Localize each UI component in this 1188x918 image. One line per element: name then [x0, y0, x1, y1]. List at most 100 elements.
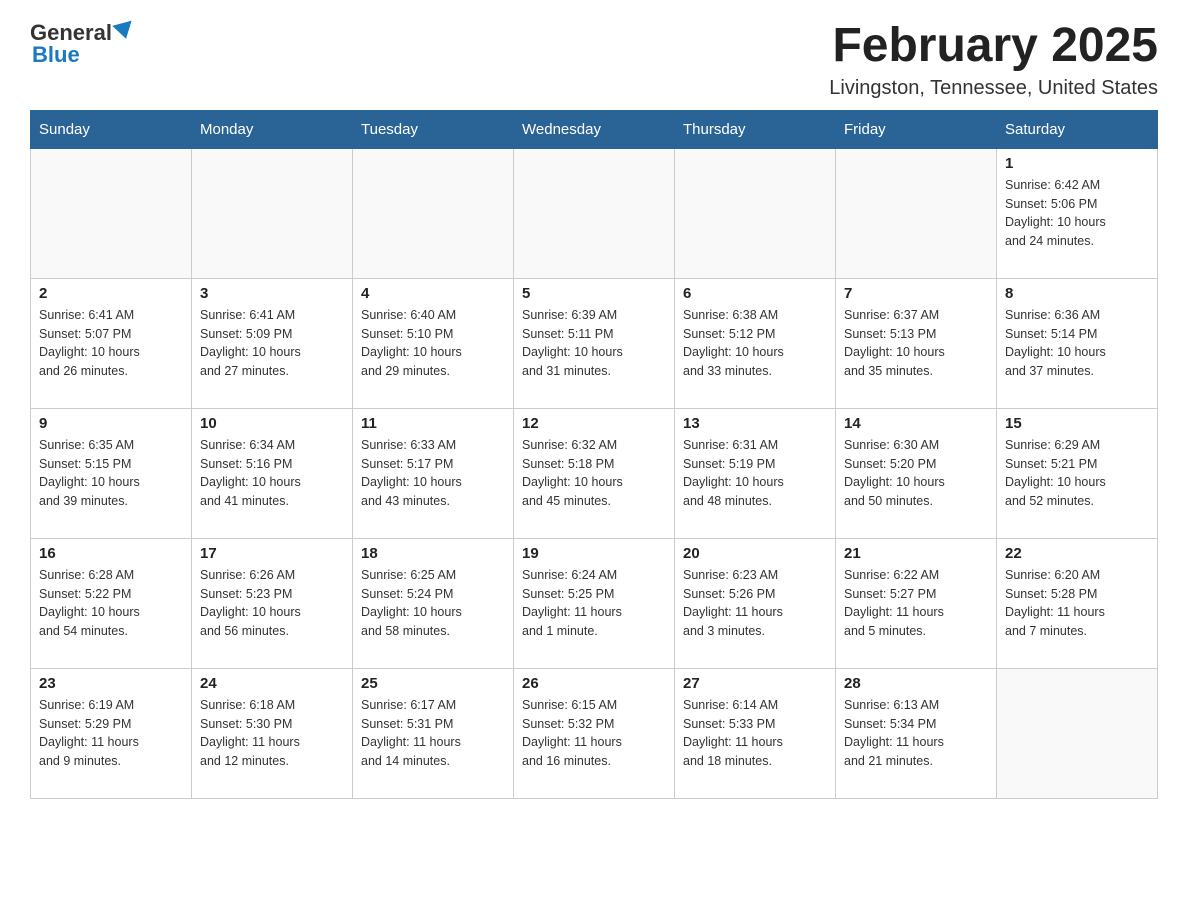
day-info: Sunrise: 6:35 AM Sunset: 5:15 PM Dayligh…: [39, 436, 183, 511]
day-info: Sunrise: 6:33 AM Sunset: 5:17 PM Dayligh…: [361, 436, 505, 511]
day-number: 7: [844, 285, 988, 302]
day-info: Sunrise: 6:29 AM Sunset: 5:21 PM Dayligh…: [1005, 436, 1149, 511]
day-info: Sunrise: 6:15 AM Sunset: 5:32 PM Dayligh…: [522, 696, 666, 771]
day-number: 2: [39, 285, 183, 302]
calendar-week-row: 9 Sunrise: 6:35 AM Sunset: 5:15 PM Daylig…: [31, 408, 1158, 538]
calendar-week-row: 16 Sunrise: 6:28 AM Sunset: 5:22 PM Dayli…: [31, 538, 1158, 668]
day-info: Sunrise: 6:24 AM Sunset: 5:25 PM Dayligh…: [522, 566, 666, 641]
day-number: 25: [361, 675, 505, 692]
day-info: Sunrise: 6:18 AM Sunset: 5:30 PM Dayligh…: [200, 696, 344, 771]
day-number: 8: [1005, 285, 1149, 302]
day-number: 28: [844, 675, 988, 692]
table-row: 16 Sunrise: 6:28 AM Sunset: 5:22 PM Dayli…: [31, 538, 192, 668]
day-number: 13: [683, 415, 827, 432]
table-row: 17 Sunrise: 6:26 AM Sunset: 5:23 PM Dayli…: [192, 538, 353, 668]
table-row: 3 Sunrise: 6:41 AM Sunset: 5:09 PM Daylig…: [192, 278, 353, 408]
day-number: 16: [39, 545, 183, 562]
month-title: February 2025: [829, 20, 1158, 73]
day-number: 11: [361, 415, 505, 432]
table-row: 24Sunrise: 6:18 AM Sunset: 5:30 PM Dayli…: [192, 668, 353, 798]
day-number: 1: [1005, 155, 1149, 172]
table-row: [514, 148, 675, 278]
day-info: Sunrise: 6:26 AM Sunset: 5:23 PM Dayligh…: [200, 566, 344, 641]
day-info: Sunrise: 6:25 AM Sunset: 5:24 PM Dayligh…: [361, 566, 505, 641]
header-sunday: Sunday: [31, 110, 192, 148]
day-info: Sunrise: 6:36 AM Sunset: 5:14 PM Dayligh…: [1005, 306, 1149, 381]
logo: General Blue: [30, 20, 134, 68]
day-number: 5: [522, 285, 666, 302]
table-row: 7Sunrise: 6:37 AM Sunset: 5:13 PM Daylig…: [836, 278, 997, 408]
table-row: 28 Sunrise: 6:13 AM Sunset: 5:34 PM Dayli…: [836, 668, 997, 798]
day-info: Sunrise: 6:23 AM Sunset: 5:26 PM Dayligh…: [683, 566, 827, 641]
table-row: 9 Sunrise: 6:35 AM Sunset: 5:15 PM Daylig…: [31, 408, 192, 538]
table-row: 14Sunrise: 6:30 AM Sunset: 5:20 PM Dayli…: [836, 408, 997, 538]
header-tuesday: Tuesday: [353, 110, 514, 148]
calendar-week-row: 1 Sunrise: 6:42 AM Sunset: 5:06 PM Daylig…: [31, 148, 1158, 278]
page-header: General Blue February 2025 Livingston, T…: [30, 20, 1158, 100]
day-number: 27: [683, 675, 827, 692]
table-row: 13Sunrise: 6:31 AM Sunset: 5:19 PM Dayli…: [675, 408, 836, 538]
table-row: 21Sunrise: 6:22 AM Sunset: 5:27 PM Dayli…: [836, 538, 997, 668]
table-row: [31, 148, 192, 278]
day-info: Sunrise: 6:28 AM Sunset: 5:22 PM Dayligh…: [39, 566, 183, 641]
day-info: Sunrise: 6:13 AM Sunset: 5:34 PM Dayligh…: [844, 696, 988, 771]
day-number: 18: [361, 545, 505, 562]
table-row: [675, 148, 836, 278]
table-row: 4 Sunrise: 6:40 AM Sunset: 5:10 PM Daylig…: [353, 278, 514, 408]
day-number: 26: [522, 675, 666, 692]
table-row: 6Sunrise: 6:38 AM Sunset: 5:12 PM Daylig…: [675, 278, 836, 408]
table-row: 11 Sunrise: 6:33 AM Sunset: 5:17 PM Dayli…: [353, 408, 514, 538]
table-row: [997, 668, 1158, 798]
day-number: 4: [361, 285, 505, 302]
table-row: 23Sunrise: 6:19 AM Sunset: 5:29 PM Dayli…: [31, 668, 192, 798]
day-info: Sunrise: 6:14 AM Sunset: 5:33 PM Dayligh…: [683, 696, 827, 771]
table-row: 5 Sunrise: 6:39 AM Sunset: 5:11 PM Daylig…: [514, 278, 675, 408]
header-thursday: Thursday: [675, 110, 836, 148]
calendar-table: Sunday Monday Tuesday Wednesday Thursday…: [30, 110, 1158, 799]
table-row: 1 Sunrise: 6:42 AM Sunset: 5:06 PM Daylig…: [997, 148, 1158, 278]
day-number: 10: [200, 415, 344, 432]
header-friday: Friday: [836, 110, 997, 148]
day-info: Sunrise: 6:40 AM Sunset: 5:10 PM Dayligh…: [361, 306, 505, 381]
day-info: Sunrise: 6:19 AM Sunset: 5:29 PM Dayligh…: [39, 696, 183, 771]
day-info: Sunrise: 6:17 AM Sunset: 5:31 PM Dayligh…: [361, 696, 505, 771]
day-info: Sunrise: 6:20 AM Sunset: 5:28 PM Dayligh…: [1005, 566, 1149, 641]
calendar-header-row: Sunday Monday Tuesday Wednesday Thursday…: [31, 110, 1158, 148]
table-row: 15 Sunrise: 6:29 AM Sunset: 5:21 PM Dayli…: [997, 408, 1158, 538]
logo-blue-text: Blue: [32, 42, 80, 68]
day-info: Sunrise: 6:39 AM Sunset: 5:11 PM Dayligh…: [522, 306, 666, 381]
day-number: 17: [200, 545, 344, 562]
table-row: 10Sunrise: 6:34 AM Sunset: 5:16 PM Dayli…: [192, 408, 353, 538]
day-number: 22: [1005, 545, 1149, 562]
day-info: Sunrise: 6:32 AM Sunset: 5:18 PM Dayligh…: [522, 436, 666, 511]
day-number: 3: [200, 285, 344, 302]
table-row: [353, 148, 514, 278]
day-info: Sunrise: 6:41 AM Sunset: 5:09 PM Dayligh…: [200, 306, 344, 381]
day-info: Sunrise: 6:22 AM Sunset: 5:27 PM Dayligh…: [844, 566, 988, 641]
table-row: 18 Sunrise: 6:25 AM Sunset: 5:24 PM Dayli…: [353, 538, 514, 668]
calendar-week-row: 2 Sunrise: 6:41 AM Sunset: 5:07 PM Daylig…: [31, 278, 1158, 408]
day-number: 14: [844, 415, 988, 432]
day-info: Sunrise: 6:41 AM Sunset: 5:07 PM Dayligh…: [39, 306, 183, 381]
table-row: 19 Sunrise: 6:24 AM Sunset: 5:25 PM Dayli…: [514, 538, 675, 668]
table-row: 12 Sunrise: 6:32 AM Sunset: 5:18 PM Dayli…: [514, 408, 675, 538]
day-info: Sunrise: 6:42 AM Sunset: 5:06 PM Dayligh…: [1005, 176, 1149, 251]
day-number: 20: [683, 545, 827, 562]
day-number: 9: [39, 415, 183, 432]
day-number: 15: [1005, 415, 1149, 432]
logo-triangle-icon: [112, 21, 135, 42]
table-row: [192, 148, 353, 278]
table-row: 8 Sunrise: 6:36 AM Sunset: 5:14 PM Daylig…: [997, 278, 1158, 408]
title-area: February 2025 Livingston, Tennessee, Uni…: [829, 20, 1158, 100]
table-row: [836, 148, 997, 278]
location: Livingston, Tennessee, United States: [829, 77, 1158, 100]
header-monday: Monday: [192, 110, 353, 148]
table-row: 27 Sunrise: 6:14 AM Sunset: 5:33 PM Dayli…: [675, 668, 836, 798]
day-number: 12: [522, 415, 666, 432]
table-row: 20 Sunrise: 6:23 AM Sunset: 5:26 PM Dayli…: [675, 538, 836, 668]
table-row: 25 Sunrise: 6:17 AM Sunset: 5:31 PM Dayli…: [353, 668, 514, 798]
table-row: 22 Sunrise: 6:20 AM Sunset: 5:28 PM Dayli…: [997, 538, 1158, 668]
header-saturday: Saturday: [997, 110, 1158, 148]
day-number: 19: [522, 545, 666, 562]
day-info: Sunrise: 6:38 AM Sunset: 5:12 PM Dayligh…: [683, 306, 827, 381]
